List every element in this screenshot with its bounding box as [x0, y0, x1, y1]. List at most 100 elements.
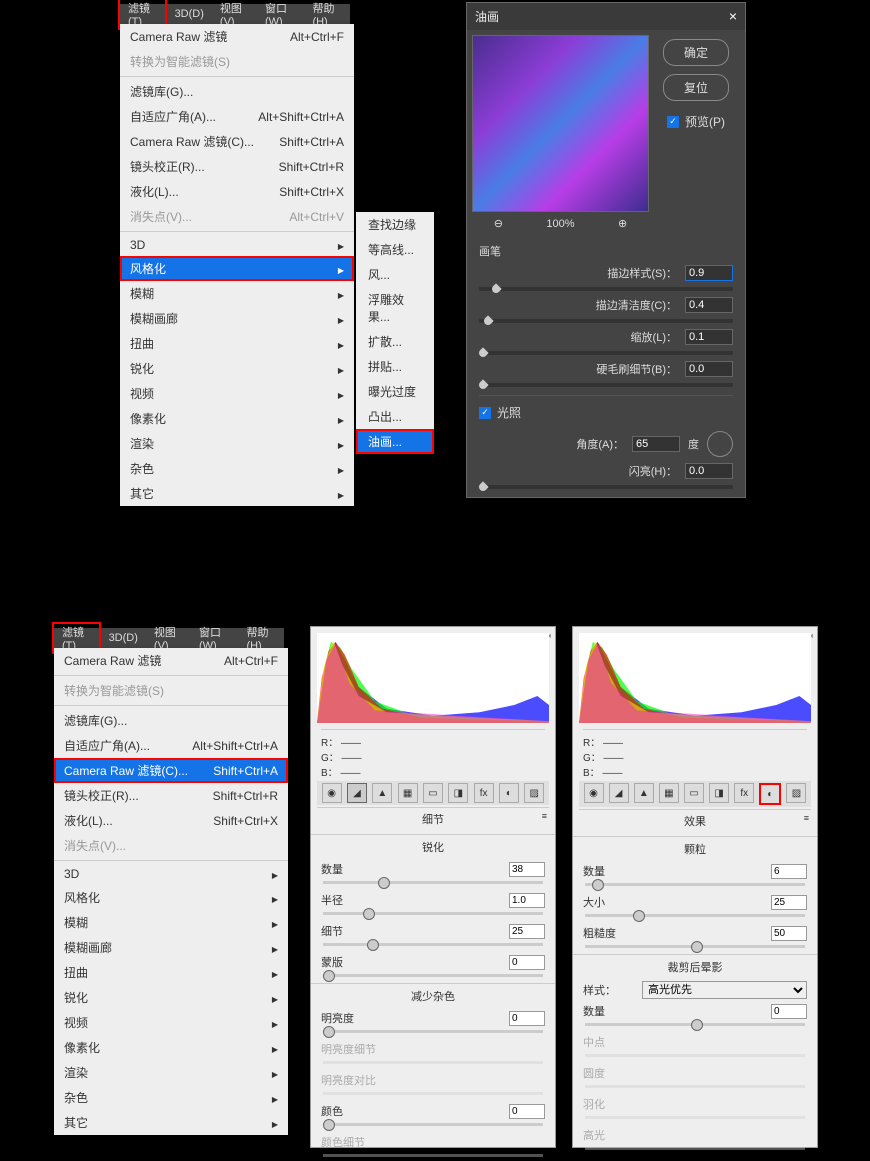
submenu-item[interactable]: 浮雕效果...	[356, 287, 434, 329]
menu-item[interactable]: 锐化▶	[120, 356, 354, 381]
param-input[interactable]	[509, 955, 545, 970]
param-slider[interactable]	[479, 319, 733, 323]
tab-icon[interactable]: ▭	[684, 783, 704, 803]
shine-input[interactable]	[685, 463, 733, 479]
menu-item[interactable]: 视频▶	[120, 381, 354, 406]
param-slider[interactable]	[479, 351, 733, 355]
menu-item[interactable]: 风格化▶	[54, 885, 288, 910]
menu-item[interactable]: 其它▶	[120, 481, 354, 506]
param-slider[interactable]	[585, 914, 805, 917]
style-select[interactable]: 高光优先	[642, 981, 807, 999]
tab-icons-detail[interactable]: ◉◢▲ ▦▭◨ fx◐▨	[317, 781, 549, 805]
param-slider[interactable]	[585, 883, 805, 886]
tab-icons-effects[interactable]: ◉◢▲▦▭◨fx◐▨	[579, 781, 811, 807]
submenu-item[interactable]: 凸出...	[356, 404, 434, 429]
menu-item[interactable]: 消失点(V)...Alt+Ctrl+V	[120, 204, 354, 229]
tab-icon[interactable]: ◉	[322, 783, 342, 803]
bot-menubar[interactable]: 滤镜(T) 3D(D) 视图(V) 窗口(W) 帮助(H)	[52, 628, 284, 648]
menu-item[interactable]: Camera Raw 滤镜Alt+Ctrl+F	[54, 648, 288, 673]
menu-item[interactable]: 其它▶	[54, 1110, 288, 1135]
param-input[interactable]	[509, 862, 545, 877]
tab-icon[interactable]: ◐	[499, 783, 519, 803]
param-input[interactable]	[771, 1004, 807, 1019]
param-slider[interactable]	[323, 1123, 543, 1126]
menu-item[interactable]: 自适应广角(A)...Alt+Shift+Ctrl+A	[120, 104, 354, 129]
menu-item[interactable]: 像素化▶	[120, 406, 354, 431]
ok-button[interactable]: 确定	[663, 39, 729, 66]
menu-item[interactable]: Camera Raw 滤镜Alt+Ctrl+F	[120, 24, 354, 49]
menu-item[interactable]: Camera Raw 滤镜(C)...Shift+Ctrl+A	[120, 129, 354, 154]
menu-item[interactable]: Camera Raw 滤镜(C)...Shift+Ctrl+A	[54, 758, 288, 783]
menu-item[interactable]: 自适应广角(A)...Alt+Shift+Ctrl+A	[54, 733, 288, 758]
param-slider[interactable]	[323, 912, 543, 915]
param-input[interactable]	[509, 924, 545, 939]
menu-item[interactable]: 渲染▶	[120, 431, 354, 456]
tab-icon[interactable]: ◢	[347, 783, 367, 803]
param-input[interactable]	[509, 893, 545, 908]
param-slider[interactable]	[585, 945, 805, 948]
menu-item[interactable]: 杂色▶	[54, 1085, 288, 1110]
lighting-checkbox[interactable]: ✓	[479, 407, 491, 419]
submenu-item[interactable]: 扩散...	[356, 329, 434, 354]
menu-item[interactable]: 杂色▶	[120, 456, 354, 481]
close-icon[interactable]: ×	[729, 8, 737, 25]
menu-3d-bot[interactable]: 3D(D)	[101, 632, 146, 644]
tab-icon[interactable]: ▦	[659, 783, 679, 803]
param-input[interactable]	[509, 1011, 545, 1026]
tab-icon[interactable]: ▲	[634, 783, 654, 803]
menu-item[interactable]: 像素化▶	[54, 1035, 288, 1060]
param-slider[interactable]	[585, 1023, 805, 1026]
param-slider[interactable]	[323, 974, 543, 977]
filter-menu-bot[interactable]: Camera Raw 滤镜Alt+Ctrl+F 转换为智能滤镜(S) 滤镜库(G).…	[54, 648, 288, 1135]
menu-item[interactable]: 转换为智能滤镜(S)	[54, 678, 288, 703]
tab-icon[interactable]: ▲	[372, 783, 392, 803]
tab-icon[interactable]: ▦	[398, 783, 418, 803]
param-input[interactable]	[771, 864, 807, 879]
param-slider[interactable]	[479, 287, 733, 291]
tab-icon[interactable]: ◐	[759, 783, 781, 805]
menu-item[interactable]: 风格化▶	[120, 256, 354, 281]
tab-icon[interactable]: ▨	[524, 783, 544, 803]
tab-icon[interactable]: ◢	[609, 783, 629, 803]
submenu-item[interactable]: 风...	[356, 262, 434, 287]
tab-icon[interactable]: fx	[734, 783, 754, 803]
tab-icon[interactable]: ◨	[448, 783, 468, 803]
menu-item[interactable]: 滤镜库(G)...	[54, 708, 288, 733]
param-input[interactable]	[771, 895, 807, 910]
tab-icon[interactable]: ◨	[709, 783, 729, 803]
menu-item[interactable]: 滤镜库(G)...	[120, 79, 354, 104]
param-input[interactable]	[685, 361, 733, 377]
menu-item[interactable]: 3D▶	[120, 234, 354, 256]
top-menubar[interactable]: 滤镜(T) 3D(D) 视图(V) 窗口(W) 帮助(H)	[118, 4, 350, 24]
menu-item[interactable]: 消失点(V)...	[54, 833, 288, 858]
submenu-item[interactable]: 查找边缘	[356, 212, 434, 237]
menu-item[interactable]: 3D▶	[54, 863, 288, 885]
angle-input[interactable]	[632, 436, 680, 452]
menu-item[interactable]: 扭曲▶	[120, 331, 354, 356]
param-slider[interactable]	[323, 1030, 543, 1033]
zoom-out-icon[interactable]: ⊖	[494, 217, 503, 230]
param-input[interactable]	[771, 926, 807, 941]
menu-item[interactable]: 视频▶	[54, 1010, 288, 1035]
menu-item[interactable]: 镜头校正(R)...Shift+Ctrl+R	[54, 783, 288, 808]
stylize-submenu[interactable]: 查找边缘等高线...风...浮雕效果...扩散...拼贴...曝光过度凸出...…	[356, 212, 434, 454]
reset-button[interactable]: 复位	[663, 74, 729, 101]
menu-3d[interactable]: 3D(D)	[167, 8, 212, 20]
menu-item[interactable]: 锐化▶	[54, 985, 288, 1010]
menu-item[interactable]: 模糊▶	[54, 910, 288, 935]
filter-menu-top[interactable]: Camera Raw 滤镜Alt+Ctrl+F转换为智能滤镜(S)滤镜库(G).…	[120, 24, 354, 506]
submenu-item[interactable]: 曝光过度	[356, 379, 434, 404]
menu-item[interactable]: 模糊▶	[120, 281, 354, 306]
param-slider[interactable]	[323, 881, 543, 884]
preview-checkbox[interactable]: ✓	[667, 116, 679, 128]
panel-menu-icon[interactable]: ≡	[804, 813, 809, 823]
submenu-item[interactable]: 油画...	[356, 429, 434, 454]
tab-icon[interactable]: ▭	[423, 783, 443, 803]
param-input[interactable]	[685, 329, 733, 345]
param-input[interactable]	[685, 297, 733, 313]
menu-item[interactable]: 渲染▶	[54, 1060, 288, 1085]
tab-icon[interactable]: fx	[474, 783, 494, 803]
tab-icon[interactable]: ◉	[584, 783, 604, 803]
menu-item[interactable]: 镜头校正(R)...Shift+Ctrl+R	[120, 154, 354, 179]
menu-item[interactable]: 扭曲▶	[54, 960, 288, 985]
